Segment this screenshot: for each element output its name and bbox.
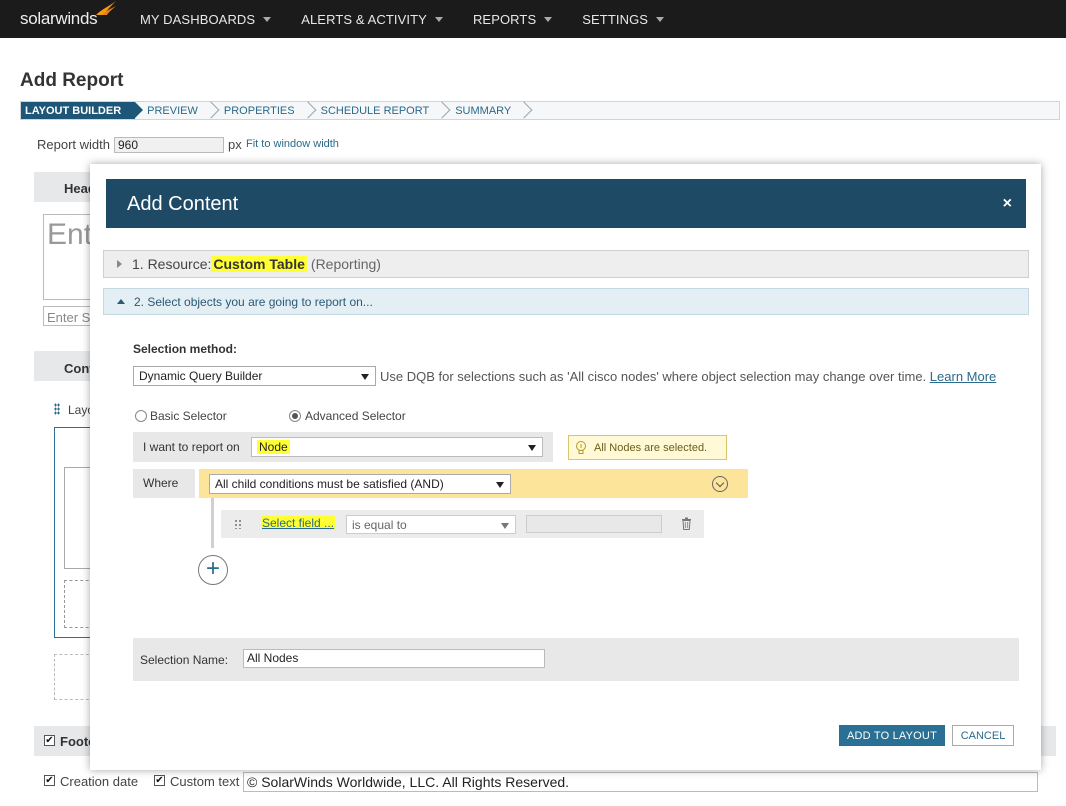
selection-name-label: Selection Name:: [140, 653, 229, 667]
selection-name-input[interactable]: All Nodes: [243, 649, 545, 668]
selection-method-value: Dynamic Query Builder: [139, 369, 263, 383]
wizard-step-summary[interactable]: SUMMARY: [443, 101, 533, 119]
dqb-help-label: Use DQB for selections such as 'All cisc…: [380, 369, 927, 384]
condition-group-select[interactable]: All child conditions must be satisfied (…: [209, 474, 511, 494]
operator-value: is equal to: [352, 517, 407, 532]
flame-icon: [96, 1, 116, 15]
condition-group-bar: All child conditions must be satisfied (…: [199, 469, 748, 498]
condition-value-input[interactable]: [526, 515, 662, 533]
logo-text: solarwinds: [20, 9, 98, 28]
operator-select[interactable]: is equal to: [346, 515, 516, 534]
advanced-selector-label: Advanced Selector: [305, 409, 406, 423]
nav-reports[interactable]: REPORTS: [472, 11, 553, 27]
expand-arrow-icon: [117, 260, 122, 268]
step-label: SUMMARY: [455, 104, 512, 117]
step-label: LAYOUT BUILDER: [25, 104, 122, 117]
selection-hint: All Nodes are selected.: [568, 435, 727, 460]
dialog-header: Add Content ×: [106, 179, 1026, 228]
wizard-step-preview[interactable]: PREVIEW: [135, 101, 220, 119]
custom-text-input[interactable]: © SolarWinds Worldwide, LLC. All Rights …: [243, 772, 1038, 792]
creation-date-label: Creation date: [60, 774, 139, 789]
caret-down-icon: [434, 16, 443, 22]
caret-down-icon: [544, 16, 553, 22]
condition-row: Select field ... is equal to: [221, 510, 704, 538]
nav-label: REPORTS: [472, 11, 537, 27]
caret-down-icon: [656, 16, 665, 22]
cancel-button[interactable]: CANCEL: [952, 725, 1014, 746]
selection-method-label: Selection method:: [133, 342, 238, 356]
wizard-step-layout-builder[interactable]: LAYOUT BUILDER: [21, 102, 144, 119]
section-resource[interactable]: 1. Resource: Custom Table (Reporting): [103, 250, 1029, 278]
report-on-bar: I want to report on Node: [133, 432, 553, 462]
condition-group-value: All child conditions must be satisfied (…: [215, 477, 444, 491]
resource-prefix: 1. Resource:: [132, 256, 212, 272]
selection-method-select[interactable]: Dynamic Query Builder: [133, 366, 376, 386]
nav-settings[interactable]: SETTINGS: [582, 11, 665, 27]
resource-suffix: (Reporting): [310, 256, 381, 272]
dialog-title: Add Content: [127, 193, 239, 215]
top-nav-bar: solarwinds MY DASHBOARDS ALERTS & ACTIVI…: [0, 0, 1066, 38]
learn-more-link[interactable]: Learn More: [930, 369, 996, 384]
step-arrow: [515, 101, 533, 119]
nav-my-dashboards[interactable]: MY DASHBOARDS: [140, 11, 272, 27]
step-label: SCHEDULE REPORT: [320, 104, 430, 117]
subtitle-placeholder: Enter S: [47, 310, 91, 325]
trash-icon[interactable]: [681, 517, 692, 530]
add-to-layout-button[interactable]: ADD TO LAYOUT: [839, 725, 945, 746]
hint-text: All Nodes are selected.: [594, 441, 708, 454]
custom-text-checkbox[interactable]: ✔: [154, 775, 165, 786]
wizard-step-properties[interactable]: PROPERTIES: [212, 101, 317, 119]
solarwinds-logo[interactable]: solarwinds: [20, 1, 120, 29]
advanced-selector-radio[interactable]: [289, 410, 301, 422]
select-field-link[interactable]: Select field ...: [261, 516, 336, 530]
report-width-label: Report width: [37, 137, 110, 152]
footer-checkbox[interactable]: ✔: [44, 735, 55, 746]
tree-connector: [211, 498, 214, 548]
wizard-step-schedule-report[interactable]: SCHEDULE REPORT: [309, 101, 451, 119]
lightbulb-icon: [576, 440, 586, 454]
drag-handle-icon[interactable]: [54, 403, 60, 415]
drag-handle-icon[interactable]: [234, 519, 242, 529]
drop-zone-column[interactable]: [54, 654, 94, 700]
dropdown-arrow-icon: [528, 445, 536, 451]
wizard-steps: LAYOUT BUILDER PREVIEW PROPERTIES SCHEDU…: [20, 101, 1060, 120]
nav-label: MY DASHBOARDS: [140, 11, 256, 27]
step-label: PREVIEW: [147, 104, 198, 117]
report-width-input[interactable]: 960: [114, 137, 224, 153]
custom-text-label: Custom text: [170, 774, 240, 789]
dropdown-arrow-icon: [496, 482, 504, 488]
page-title: Add Report: [20, 70, 124, 91]
resource-name: Custom Table: [211, 256, 307, 272]
caret-down-icon: [263, 16, 272, 22]
basic-selector-radio[interactable]: [135, 410, 147, 422]
basic-selector-label: Basic Selector: [150, 409, 227, 423]
section-select-objects[interactable]: 2. Select objects you are going to repor…: [103, 288, 1029, 315]
report-width-unit: px: [228, 137, 242, 152]
nav-label: ALERTS & ACTIVITY: [301, 11, 427, 27]
title-placeholder: Ent: [47, 218, 93, 251]
where-label: Where: [133, 469, 195, 498]
fit-to-window-link[interactable]: Fit to window width: [246, 138, 339, 150]
dqb-help-text: Use DQB for selections such as 'All cisc…: [380, 369, 996, 384]
creation-date-checkbox[interactable]: ✔: [44, 775, 55, 786]
collapse-arrow-icon: [117, 299, 125, 304]
step-label: PROPERTIES: [223, 104, 295, 117]
section-label: 2. Select objects you are going to repor…: [134, 294, 373, 309]
dropdown-arrow-icon: [361, 374, 369, 380]
report-on-value: Node: [257, 440, 290, 454]
dropdown-arrow-icon: [501, 522, 509, 529]
chevron-down-icon[interactable]: [712, 476, 728, 492]
selection-name-bar: Selection Name: All Nodes: [133, 638, 1019, 681]
report-on-select[interactable]: Node: [251, 437, 543, 457]
report-on-label: I want to report on: [143, 440, 240, 454]
nav-alerts-activity[interactable]: ALERTS & ACTIVITY: [301, 12, 443, 27]
nav-label: SETTINGS: [582, 11, 649, 27]
add-condition-button[interactable]: +: [198, 555, 228, 585]
add-content-dialog: Add Content × 1. Resource: Custom Table …: [90, 164, 1041, 770]
close-icon[interactable]: ×: [1003, 195, 1012, 213]
